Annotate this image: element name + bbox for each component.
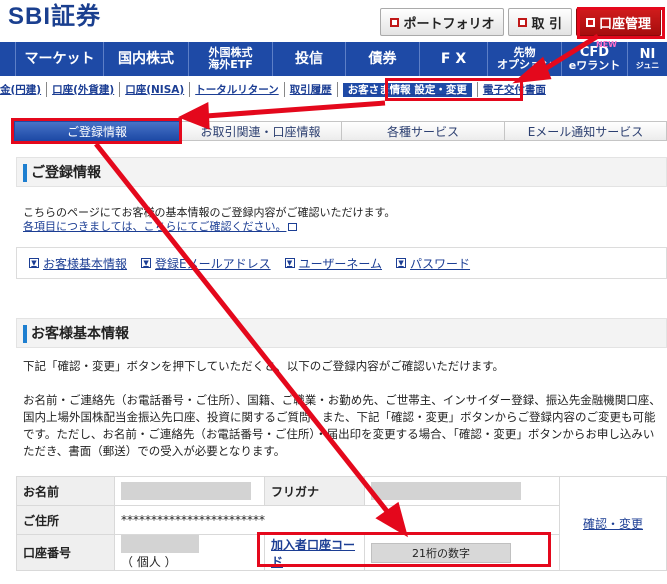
account-type: （ 個人 ） — [121, 555, 177, 569]
arrow-line — [205, 100, 386, 119]
subnav-link-yen[interactable]: 金(円建) — [0, 81, 48, 97]
sub-nav: 金(円建) 口座(外貨建) 口座(NISA) トータルリターン 取引履歴 お客さ… — [0, 79, 667, 99]
name-value — [114, 476, 265, 506]
section-title-text: お客様基本情報 — [31, 326, 129, 342]
nav-label: オプション — [497, 58, 552, 71]
trade-button[interactable]: 取 引 — [508, 8, 572, 36]
nav-label: マーケット — [24, 50, 95, 67]
subnav-link-foreign[interactable]: 口座(外貨建) — [47, 81, 121, 97]
nav-item-funds[interactable]: 投信 — [273, 42, 346, 76]
portfolio-button[interactable]: ポートフォリオ — [380, 8, 505, 36]
anchor-username[interactable]: ▼ ユーザーネーム — [284, 255, 383, 272]
highlight-registered-tab — [11, 118, 182, 144]
nav-item-market[interactable]: マーケット — [16, 42, 104, 76]
nav-item-bonds[interactable]: 債券 — [346, 42, 420, 76]
anchor-label: ユーザーネーム — [298, 256, 383, 271]
section-title-text: ご登録情報 — [31, 165, 101, 181]
external-window-icon — [288, 223, 298, 231]
nav-label: 海外ETF — [208, 58, 253, 71]
subnav-link-history[interactable]: 取引履歴 — [285, 81, 338, 97]
section-title-customer-basic: お客様基本情報 — [16, 318, 667, 348]
down-arrow-icon: ▼ — [284, 258, 295, 268]
nav-item-nisa[interactable]: NI ジュニ — [628, 42, 667, 76]
down-arrow-icon: ▼ — [29, 258, 39, 268]
anchor-customer-basic[interactable]: ▼ お客様基本情報 — [29, 255, 127, 272]
address-value: ************************ — [114, 505, 560, 535]
account-number-label: 口座番号 — [16, 534, 115, 571]
nav-item-partial[interactable] — [0, 42, 16, 76]
name-label: お名前 — [16, 476, 115, 506]
masked-value — [121, 482, 251, 500]
subnav-link-total-return[interactable]: トータルリターン — [190, 81, 285, 97]
nav-item-cfd[interactable]: NEW CFD eワラント — [562, 40, 628, 76]
nav-item-domestic-stock[interactable]: 国内株式 — [104, 42, 189, 76]
nav-item-futures[interactable]: 先物 オプション — [488, 42, 562, 76]
nav-label: ジュニ — [635, 60, 660, 70]
nav-label: F X — [440, 50, 467, 67]
portfolio-label: ポートフォリオ — [403, 16, 495, 32]
address-label: ご住所 — [16, 505, 115, 535]
main-nav: マーケット 国内株式 外国株式 海外ETF 投信 債券 F X 先物 オプション… — [0, 40, 667, 76]
nav-label: eワラント — [568, 59, 621, 73]
anchor-email[interactable]: ▼ 登録Eメールアドレス — [141, 255, 271, 272]
confirm-change-link[interactable]: 確認・変更 — [583, 517, 643, 531]
anchor-links: ▼ お客様基本情報 ▼ 登録Eメールアドレス ▼ ユーザーネーム ▼ パスワード — [16, 247, 667, 279]
highlight-account-button — [577, 7, 665, 39]
tab-services[interactable]: 各種サービス — [342, 121, 505, 141]
subnav-link-nisa[interactable]: 口座(NISA) — [120, 81, 191, 97]
confirm-cell: 確認・変更 — [559, 476, 667, 571]
table-row: お名前 フリガナ 確認・変更 — [16, 476, 667, 571]
trade-label: 取 引 — [531, 16, 562, 32]
nav-item-foreign-stock[interactable]: 外国株式 海外ETF — [189, 42, 273, 76]
furigana-value — [364, 476, 560, 506]
furigana-label: フリガナ — [264, 476, 365, 506]
help-link[interactable]: 各項目につきましては、こちらにてご確認ください。 — [23, 220, 286, 233]
tab-email-notification[interactable]: Eメール通知サービス — [505, 121, 667, 141]
highlight-member-code — [257, 532, 551, 567]
sbi-logo[interactable]: SBI証券 — [8, 0, 101, 31]
masked-value — [121, 535, 199, 553]
customer-basic-intro: 下記「確認・変更」ボタンを押下していただくと、以下のご登録内容がご確認いただけま… — [23, 359, 505, 373]
nav-label: 投信 — [295, 50, 323, 67]
anchor-label: 登録Eメールアドレス — [155, 256, 271, 271]
anchor-label: パスワード — [410, 256, 471, 271]
highlight-customer-info-link — [385, 78, 523, 101]
nav-label: 債券 — [368, 50, 397, 67]
tab-trading-account-info[interactable]: お取引関連・口座情報 — [180, 121, 342, 141]
customer-basic-description: お名前・ご連絡先（お電話番号・ご住所）、国籍、ご職業・お勤め先、ご世帯主、インサ… — [23, 393, 661, 458]
nav-item-fx[interactable]: F X — [420, 42, 488, 76]
nav-label: NI — [639, 46, 656, 62]
intro-link-row: 各項目につきましては、こちらにてご確認ください。 — [23, 218, 298, 236]
nav-label: 国内株式 — [118, 50, 174, 67]
square-icon — [390, 17, 400, 27]
new-badge: NEW — [596, 40, 617, 49]
down-arrow-icon: ▼ — [141, 258, 152, 268]
anchor-label: お客様基本情報 — [43, 256, 128, 271]
section-title-registered-info: ご登録情報 — [16, 157, 667, 187]
account-number-value: （ 個人 ） — [114, 534, 265, 571]
anchor-password[interactable]: ▼ パスワード — [396, 255, 470, 272]
square-icon — [518, 17, 528, 27]
down-arrow-icon: ▼ — [396, 258, 407, 268]
masked-value — [371, 482, 521, 500]
